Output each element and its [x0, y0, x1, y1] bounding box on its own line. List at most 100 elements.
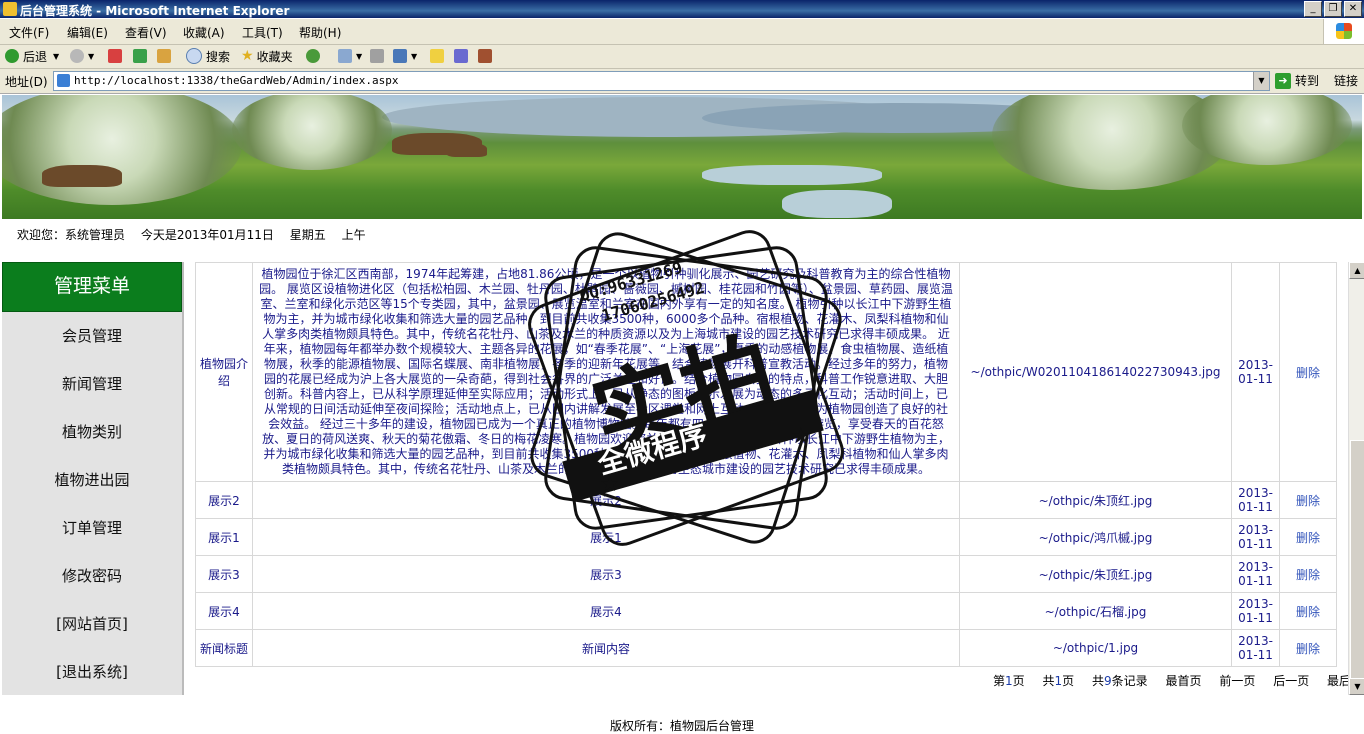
row-date: 2013-01-11	[1231, 481, 1280, 519]
go-button[interactable]: ➜ 转到	[1275, 72, 1319, 89]
window-title: 后台管理系统 - Microsoft Internet Explorer	[20, 4, 290, 18]
messenger-button[interactable]	[454, 47, 472, 65]
edit-button[interactable]: ▼	[393, 47, 417, 65]
menu-help[interactable]: 帮助(H)	[299, 24, 341, 41]
research-button[interactable]	[478, 47, 496, 65]
welcome-bar: 欢迎您：系统管理员 今天是2013年01月11日 星期五 上午	[17, 226, 378, 243]
scroll-up-icon[interactable]: ▲	[1349, 262, 1364, 279]
welcome-user: 欢迎您：系统管理员	[17, 228, 126, 242]
delete-link[interactable]: 删除	[1279, 629, 1337, 667]
restore-button[interactable]: ❐	[1324, 1, 1342, 17]
row-title: 展示4	[195, 592, 253, 630]
delete-link[interactable]: 删除	[1279, 555, 1337, 593]
close-button[interactable]: ✕	[1344, 1, 1362, 17]
links-button[interactable]: 链接	[1334, 72, 1358, 89]
history-button[interactable]	[306, 47, 324, 65]
table-row: 植物园介绍 植物园位于徐汇区西南部，1974年起筹建，占地81.86公顷，是一个…	[195, 262, 1337, 482]
menu-view[interactable]: 查看(V)	[125, 24, 167, 41]
window-titlebar: 后台管理系统 - Microsoft Internet Explorer _ ❐…	[0, 0, 1364, 18]
row-date: 2013-01-11	[1231, 518, 1280, 556]
window-controls: _ ❐ ✕	[1304, 1, 1362, 17]
delete-link[interactable]: 删除	[1279, 481, 1337, 519]
minimize-button[interactable]: _	[1304, 1, 1322, 17]
menu-favorites[interactable]: 收藏(A)	[183, 24, 225, 41]
row-title: 展示1	[195, 518, 253, 556]
row-image-path: ~/othpic/W020110418614022730943.jpg	[959, 262, 1232, 482]
table-row: 展示3 展示3 ~/othpic/朱顶红.jpg 2013-01-11 删除	[195, 555, 1337, 593]
stop-button[interactable]	[108, 47, 126, 65]
delete-link[interactable]: 删除	[1279, 262, 1337, 482]
sidebar-item-site-home[interactable]: [网站首页]	[2, 600, 182, 648]
sidebar-title: 管理菜单	[2, 262, 182, 312]
back-dropdown-icon[interactable]: ▼	[53, 52, 59, 61]
sidebar-item-members[interactable]: 会员管理	[2, 312, 182, 360]
menu-edit[interactable]: 编辑(E)	[67, 24, 108, 41]
address-dropdown-icon[interactable]: ▼	[1253, 72, 1269, 90]
star-icon: ★	[241, 48, 254, 64]
search-button[interactable]: 搜索	[186, 47, 230, 65]
print-icon	[370, 49, 384, 63]
favorites-label: 收藏夹	[256, 49, 293, 64]
ie-toolbar: 后退 ▼ ▼ 搜索 ★ 收藏夹 ▼ ▼	[0, 45, 1364, 69]
sidebar-item-news[interactable]: 新闻管理	[2, 360, 182, 408]
row-title: 展示3	[195, 555, 253, 593]
refresh-button[interactable]	[133, 47, 151, 65]
menu-tools[interactable]: 工具(T)	[242, 24, 283, 41]
page-icon	[57, 74, 70, 87]
forward-arrow-icon	[70, 49, 84, 63]
back-button[interactable]: 后退 ▼	[5, 47, 59, 65]
home-icon	[157, 49, 171, 63]
sidebar-item-change-password[interactable]: 修改密码	[2, 552, 182, 600]
windows-logo-icon	[1323, 19, 1364, 44]
row-title: 植物园介绍	[195, 262, 253, 482]
sidebar-item-orders[interactable]: 订单管理	[2, 504, 182, 552]
news-table: 植物园介绍 植物园位于徐汇区西南部，1974年起筹建，占地81.86公顷，是一个…	[195, 262, 1337, 667]
sidebar-item-plant-categories[interactable]: 植物类别	[2, 408, 182, 456]
row-content: 展示1	[252, 518, 960, 556]
total-pages: 共1页	[1042, 674, 1075, 688]
address-input[interactable]: http://localhost:1338/theGardWeb/Admin/i…	[53, 71, 1270, 91]
next-page-link[interactable]: 后一页	[1273, 674, 1309, 688]
row-image-path: ~/othpic/鸿爪槭.jpg	[959, 518, 1232, 556]
scroll-thumb[interactable]	[1350, 440, 1364, 680]
menu-bar: 文件(F) 编辑(E) 查看(V) 收藏(A) 工具(T) 帮助(H)	[0, 19, 1364, 45]
delete-link[interactable]: 删除	[1279, 518, 1337, 556]
favorites-button[interactable]: ★ 收藏夹	[241, 47, 293, 65]
forward-button[interactable]: ▼	[70, 47, 94, 65]
first-page-link[interactable]: 最首页	[1166, 674, 1202, 688]
mail-button[interactable]: ▼	[338, 47, 362, 65]
total-records: 共9条记录	[1092, 674, 1148, 688]
address-bar: 地址(D) http://localhost:1338/theGardWeb/A…	[0, 69, 1364, 94]
table-row: 展示2 展示2 ~/othpic/朱顶红.jpg 2013-01-11 删除	[195, 481, 1337, 519]
address-label: 地址(D)	[5, 75, 48, 89]
copyright-text: 版权所有：植物园后台管理	[610, 719, 755, 733]
row-content: 展示3	[252, 555, 960, 593]
ie-icon	[3, 2, 17, 16]
page-footer: 版权所有：植物园后台管理	[0, 695, 1364, 733]
menu-file[interactable]: 文件(F)	[9, 24, 49, 41]
delete-link[interactable]: 删除	[1279, 592, 1337, 630]
prev-page-link[interactable]: 前一页	[1219, 674, 1255, 688]
current-page: 第1页	[993, 674, 1025, 688]
scroll-down-icon[interactable]: ▼	[1349, 678, 1364, 695]
welcome-period: 上午	[341, 228, 366, 242]
discuss-button[interactable]	[430, 47, 448, 65]
home-button[interactable]	[157, 47, 175, 65]
row-title: 新闻标题	[195, 629, 253, 667]
print-button[interactable]	[370, 47, 388, 65]
sidebar-item-logout[interactable]: [退出系统]	[2, 648, 182, 696]
forward-dropdown-icon[interactable]: ▼	[88, 52, 94, 61]
last-page-link[interactable]: 最后页	[1327, 674, 1348, 688]
row-image-path: ~/othpic/1.jpg	[959, 629, 1232, 667]
row-image-path: ~/othpic/朱顶红.jpg	[959, 481, 1232, 519]
back-arrow-icon	[5, 49, 19, 63]
search-icon	[186, 48, 202, 64]
row-content: 植物园位于徐汇区西南部，1974年起筹建，占地81.86公顷，是一个以植物引种驯…	[252, 262, 960, 482]
go-arrow-icon: ➜	[1275, 72, 1291, 89]
sidebar-item-plant-inout[interactable]: 植物进出园	[2, 456, 182, 504]
row-image-path: ~/othpic/石榴.jpg	[959, 592, 1232, 630]
vertical-scrollbar[interactable]: ▲ ▼	[1348, 262, 1364, 695]
row-date: 2013-01-11	[1231, 262, 1280, 482]
address-url[interactable]: http://localhost:1338/theGardWeb/Admin/i…	[74, 74, 399, 87]
table-row: 展示4 展示4 ~/othpic/石榴.jpg 2013-01-11 删除	[195, 592, 1337, 630]
